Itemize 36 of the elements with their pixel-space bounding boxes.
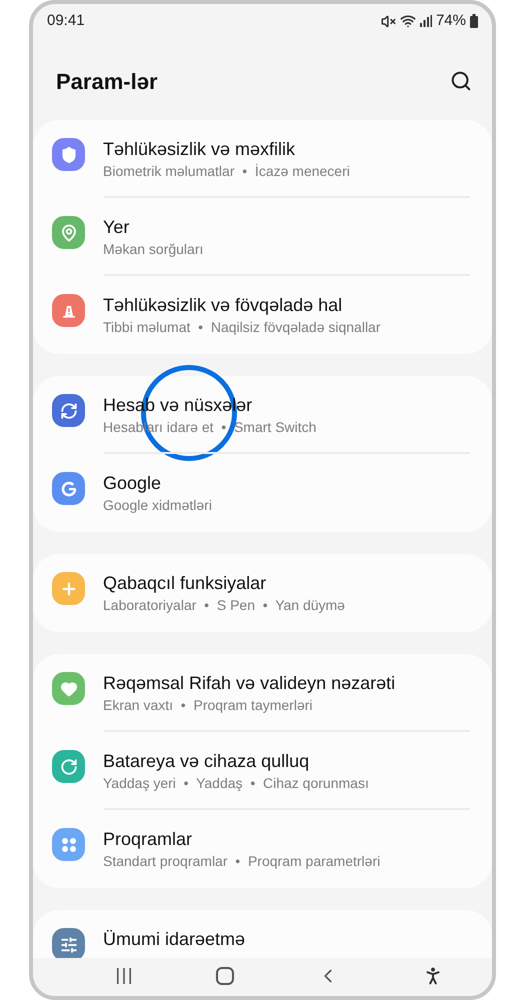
item-title: Rəqəmsal Rifah və valideyn nəzarəti	[103, 672, 396, 695]
item-title: Ümumi idarəetmə	[103, 928, 246, 951]
recent-apps-icon[interactable]	[114, 967, 133, 985]
status-time: 09:41	[47, 10, 85, 31]
item-title: Batareya və cihaza qulluq	[103, 750, 310, 773]
item-title: Google	[103, 472, 162, 495]
settings-item[interactable]: Təhlükəsizlik və məxfilik Biometrik məlumatlar • İcazə meneceri	[33, 120, 492, 198]
item-title: Qabaqcıl funksiyalar	[103, 572, 268, 595]
item-subtitle: Məkan sorğuları	[103, 240, 204, 259]
item-title: Təhlükəsizlik və məxfilik	[103, 138, 296, 161]
battery-percent: 74%	[436, 10, 466, 31]
item-subtitle: Yaddaş yeri • Yaddaş • Cihaz qorunması	[103, 774, 369, 793]
item-title: Proqramlar	[103, 828, 194, 851]
item-subtitle: Tibbi məlumat • Naqilsiz fövqəladə siqnallar	[103, 318, 381, 337]
signal-icon	[420, 15, 432, 27]
settings-item[interactable]: Batareya və cihaza qulluq Yaddaş yeri • Yaddaş • Cihaz qorunması	[33, 732, 492, 810]
settings-item[interactable]: Ümumi idarəetmə	[33, 910, 492, 958]
item-subtitle: Standart proqramlar • Proqram parametrləri	[103, 852, 380, 871]
settings-item[interactable]: Proqramlar Standart proqramlar • Proqram parametrləri	[33, 810, 492, 888]
wifi-icon	[400, 13, 416, 29]
settings-item[interactable]: Yer Məkan sorğuları	[33, 198, 492, 276]
mute-icon	[380, 14, 396, 28]
settings-item[interactable]: Google Google xidmətləri	[33, 454, 492, 532]
search-icon[interactable]	[450, 70, 472, 92]
item-subtitle: Google xidmətləri	[103, 496, 212, 515]
page-title: Param-lər	[56, 68, 158, 96]
item-title: Yer	[103, 216, 130, 239]
item-subtitle: Laboratoriyalar • S Pen • Yan düymə	[103, 596, 345, 615]
item-title: Təhlükəsizlik və fövqəladə hal	[103, 294, 344, 317]
item-subtitle: Ekran vaxtı • Proqram taymerləri	[103, 696, 314, 715]
home-icon[interactable]	[216, 967, 234, 985]
battery-icon	[470, 14, 478, 28]
settings-item[interactable]: Qabaqcıl funksiyalar Laboratoriyalar • S Pen • Yan düymə	[33, 554, 492, 632]
item-subtitle: Biometrik məlumatlar • İcazə meneceri	[103, 162, 350, 181]
settings-item[interactable]: Təhlükəsizlik və fövqəladə hal Tibbi məlumat • Naqilsiz fövqəladə siqnallar	[33, 276, 492, 354]
settings-item[interactable]: Rəqəmsal Rifah və valideyn nəzarəti Ekran vaxtı • Proqram taymerləri	[33, 654, 492, 732]
